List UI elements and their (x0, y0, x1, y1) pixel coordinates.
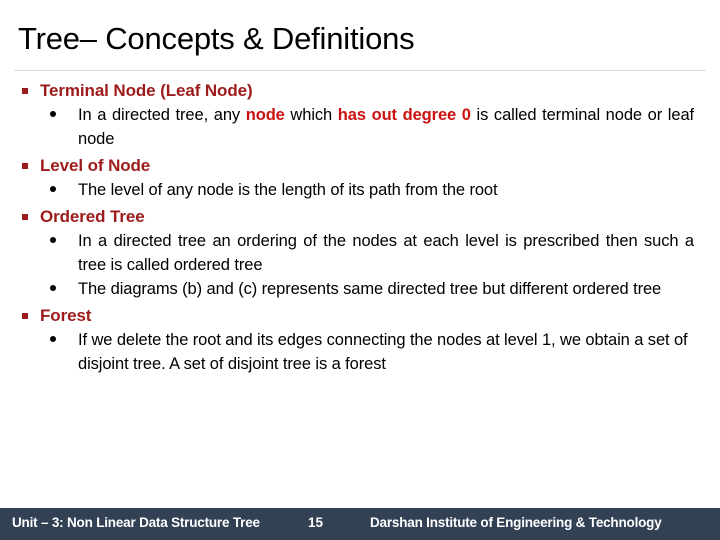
sub-bullet: If we delete the root and its edges conn… (0, 328, 720, 376)
footer-unit-label: Unit – 3: Non Linear Data Structure Tree (12, 515, 260, 530)
square-bullet-icon (22, 163, 28, 169)
bullet-heading-label: Forest (40, 306, 92, 325)
sub-bullet-text-emphasis: node (245, 106, 285, 124)
sub-bullet-text-part: The diagrams (b) and (c) represents same… (78, 280, 662, 298)
square-bullet-icon (22, 214, 28, 220)
square-bullet-icon (22, 88, 28, 94)
round-bullet-icon (50, 186, 56, 192)
title-divider (14, 70, 706, 71)
bullet-heading: Terminal Node (Leaf Node) (0, 78, 720, 103)
sub-bullet-text-part: In a directed tree an ordering of the no… (78, 232, 694, 274)
sub-bullet-text-part: which (284, 106, 338, 124)
round-bullet-icon (50, 237, 56, 243)
page-title: Tree– Concepts & Definitions (18, 21, 415, 56)
footer-institute-label: Darshan Institute of Engineering & Techn… (370, 515, 662, 530)
bullet-heading: Forest (0, 303, 720, 328)
slide-title-area: Tree– Concepts & Definitions (0, 0, 720, 72)
bullet-heading-label: Level of Node (40, 156, 151, 175)
square-bullet-icon (22, 313, 28, 319)
round-bullet-icon (50, 336, 56, 342)
sub-bullet: In a directed tree an ordering of the no… (0, 229, 720, 277)
sub-bullet: In a directed tree, any node which has o… (0, 103, 720, 151)
sub-bullet-text-part: The level of any node is the length of i… (78, 181, 498, 199)
sub-bullet-text-part: In a directed tree, any (78, 106, 246, 124)
sub-bullet-text-part: If we delete the root and its edges conn… (78, 331, 688, 373)
round-bullet-icon (50, 111, 56, 117)
bullet-heading: Ordered Tree (0, 204, 720, 229)
slide-body: Terminal Node (Leaf Node) In a directed … (0, 78, 720, 503)
sub-bullet: The level of any node is the length of i… (0, 178, 720, 202)
footer-page-number: 15 (308, 515, 324, 530)
round-bullet-icon (50, 285, 56, 291)
slide: Tree– Concepts & Definitions Terminal No… (0, 0, 720, 540)
sub-bullet: The diagrams (b) and (c) represents same… (0, 277, 720, 301)
bullet-heading-label: Terminal Node (Leaf Node) (40, 81, 253, 100)
bullet-heading: Level of Node (0, 153, 720, 178)
slide-footer: Unit – 3: Non Linear Data Structure Tree… (0, 508, 720, 540)
sub-bullet-text-emphasis: has out degree 0 (337, 106, 471, 124)
bullet-heading-label: Ordered Tree (40, 207, 145, 226)
